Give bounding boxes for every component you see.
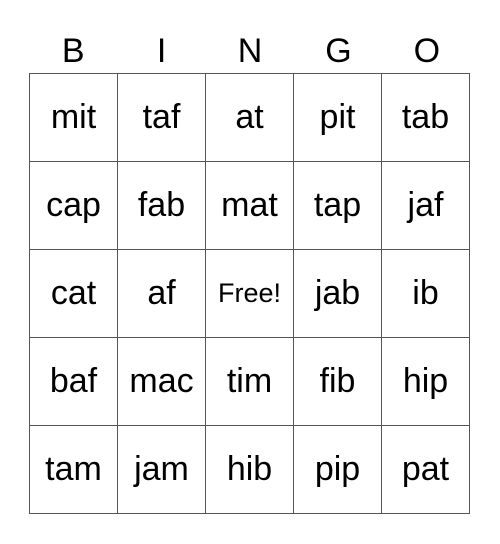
bingo-cell[interactable]: pat bbox=[382, 426, 470, 514]
bingo-cell[interactable]: jaf bbox=[382, 162, 470, 250]
bingo-cell[interactable]: jab bbox=[294, 250, 382, 338]
bingo-cell[interactable]: pit bbox=[294, 74, 382, 162]
bingo-cell[interactable]: cat bbox=[30, 250, 118, 338]
bingo-cell[interactable]: tim bbox=[206, 338, 294, 426]
bingo-cell[interactable]: taf bbox=[118, 74, 206, 162]
bingo-cell[interactable]: mat bbox=[206, 162, 294, 250]
bingo-cell[interactable]: at bbox=[206, 74, 294, 162]
header-letter: O bbox=[413, 32, 441, 70]
bingo-cell[interactable]: af bbox=[118, 250, 206, 338]
bingo-cell[interactable]: tab bbox=[382, 74, 470, 162]
bingo-cell[interactable]: hib bbox=[206, 426, 294, 514]
bingo-cell[interactable]: fib bbox=[294, 338, 382, 426]
free-space-cell[interactable]: Free! bbox=[206, 250, 294, 338]
bingo-cell[interactable]: mit bbox=[30, 74, 118, 162]
bingo-header: B I N G O bbox=[29, 30, 471, 73]
bingo-cell[interactable]: mac bbox=[118, 338, 206, 426]
bingo-cell[interactable]: tap bbox=[294, 162, 382, 250]
bingo-card-grid: mit taf at pit tab cap fab mat tap jaf c… bbox=[29, 73, 470, 514]
bingo-cell[interactable]: hip bbox=[382, 338, 470, 426]
bingo-cell[interactable]: pip bbox=[294, 426, 382, 514]
header-letter: N bbox=[237, 32, 263, 70]
bingo-cell[interactable]: jam bbox=[118, 426, 206, 514]
header-letter: G bbox=[325, 32, 352, 70]
bingo-cell[interactable]: fab bbox=[118, 162, 206, 250]
bingo-cell[interactable]: tam bbox=[30, 426, 118, 514]
header-letter: B bbox=[61, 32, 85, 70]
bingo-cell[interactable]: cap bbox=[30, 162, 118, 250]
header-letter: I bbox=[156, 32, 167, 70]
bingo-cell[interactable]: baf bbox=[30, 338, 118, 426]
bingo-cell[interactable]: ib bbox=[382, 250, 470, 338]
